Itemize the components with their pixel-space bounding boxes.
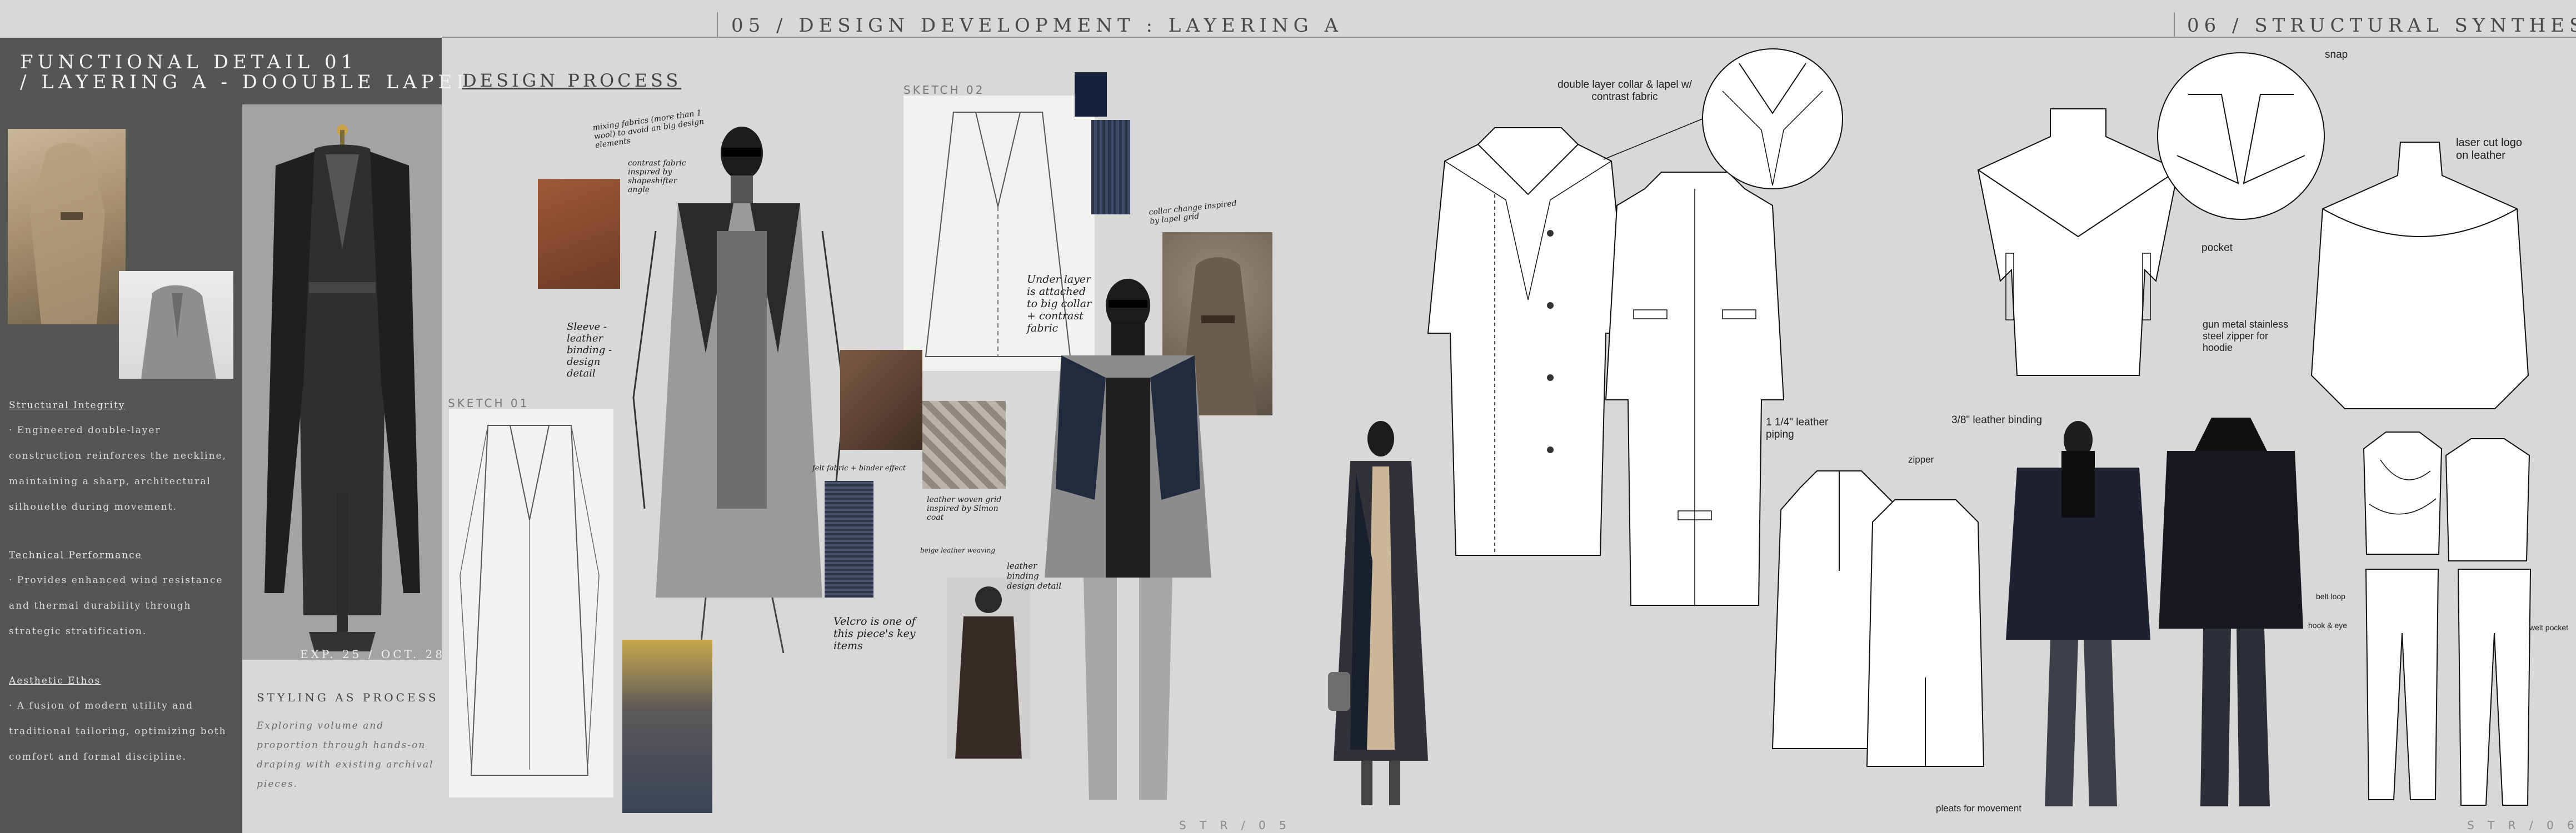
collar-callout-line — [1603, 118, 1703, 160]
reference-photo-dark-coat — [947, 578, 1030, 759]
illustration-collage-coat-2 — [1022, 267, 1234, 811]
footer-page-05: S T R / 0 5 — [1179, 819, 1291, 832]
note-leather-binding: leather binding design detail — [1007, 561, 1062, 591]
section-body-aesthetic-ethos: · A fusion of modern utility and traditi… — [9, 700, 227, 762]
header-divider-06 — [2174, 12, 2175, 38]
design-process-title: DESIGN PROCESS — [462, 70, 682, 91]
sketch-02-label: SKETCH 02 — [903, 83, 985, 97]
note-sleeve: Sleeve - leather binding - design detail — [567, 321, 612, 379]
mannequin-photo — [242, 104, 442, 660]
collar-detail-circle — [1702, 48, 1843, 189]
note-felt-fabric: felt fabric + binder effect — [812, 464, 906, 473]
annotation-leather-piping: 1 1/4" leather piping — [1766, 416, 1829, 440]
flat-sketch-drape-top-front — [2363, 431, 2443, 555]
annotation-snap: snap — [2325, 49, 2348, 61]
note-leather-woven: leather woven grid inspired by Simon coa… — [927, 495, 1002, 522]
flat-sketch-trousers-back — [2457, 569, 2532, 806]
illustration-figure-3 — [2000, 418, 2156, 812]
section-title-05: 05 / DESIGN DEVELOPMENT : LAYERING A — [731, 14, 1344, 37]
header-rule — [442, 37, 2576, 38]
illustration-collage-coat-1 — [622, 120, 856, 659]
styling-body: Exploring volume and proportion through … — [257, 720, 434, 790]
pocket-detail-circle — [2157, 52, 2325, 220]
annotation-belt-loop: belt loop — [2316, 592, 2345, 601]
note-velcro: Velcro is one of this piece's key items — [833, 615, 916, 652]
fabric-swatch-woven-beige — [922, 401, 1006, 489]
note-collar-change: collar change inspired by lapel grid — [1148, 199, 1237, 226]
flat-sketch-trousers-front — [2365, 569, 2439, 800]
styling-title: STYLING AS PROCESS — [257, 691, 439, 704]
section-heading-structural-integrity[interactable]: Structural Integrity — [9, 400, 125, 411]
note-under-layer: Under layer is attached to big collar + … — [1027, 273, 1092, 334]
reference-photo-layered-look — [622, 640, 712, 813]
annotation-collar: double layer collar & lapel w/ contrast … — [1557, 79, 1692, 103]
flat-sketch-zip-hoodie-back — [1866, 499, 1985, 767]
flat-sketch-coat-back — [1605, 172, 1785, 606]
reference-photo-grey-jacket — [119, 271, 233, 379]
fabric-swatch-brown — [840, 350, 922, 450]
section-heading-technical-performance[interactable]: Technical Performance — [9, 550, 142, 561]
note-beige-leather: beige leather weaving — [920, 546, 996, 554]
footer-page-06: S T R / 0 6 — [2467, 819, 2576, 832]
illustration-figure-4 — [2156, 418, 2306, 812]
fabric-swatch-navy-tweed — [825, 481, 873, 598]
annotation-gun-metal-zipper: gun metal stainless steel zipper for hoo… — [2203, 319, 2289, 353]
flat-sketch-drape-top-back — [2445, 438, 2530, 561]
section-body-structural-integrity: · Engineered double-layer construction r… — [9, 425, 227, 513]
annotation-pocket: pocket — [2201, 242, 2233, 254]
fabric-swatch-navy-texture — [1091, 120, 1130, 214]
fabric-swatch-navy-solid — [1075, 72, 1107, 117]
flat-sketch-cape-back — [2310, 142, 2529, 409]
header-divider-05 — [717, 12, 718, 38]
sketch-01-label: SKETCH 01 — [448, 397, 530, 410]
fabric-reference-orange-coat — [538, 179, 620, 289]
annotation-zipper: zipper — [1908, 454, 1934, 465]
functional-detail-subtitle: / LAYERING A - DOOUBLE LAPEL — [20, 71, 473, 93]
section-heading-aesthetic-ethos[interactable]: Aesthetic Ethos — [9, 675, 101, 686]
note-contrast-fabric: contrast fabric inspired by shapeshifter… — [628, 159, 686, 194]
annotation-hook-eye: hook & eye — [2308, 621, 2348, 630]
annotation-welt-pocket: welt pocket — [2529, 623, 2569, 632]
exp-date-label: EXP. 25 / OCT. 28 — [300, 648, 446, 661]
functional-detail-title: FUNCTIONAL DETAIL 01 — [20, 51, 358, 73]
sketch-01-image — [449, 409, 613, 797]
section-body-technical-performance: · Provides enhanced wind resistance and … — [9, 575, 223, 637]
section-title-06: 06 / STRUCTURAL SYNTHESIS — [2187, 14, 2576, 37]
reference-photo-trench-coat — [8, 129, 126, 324]
